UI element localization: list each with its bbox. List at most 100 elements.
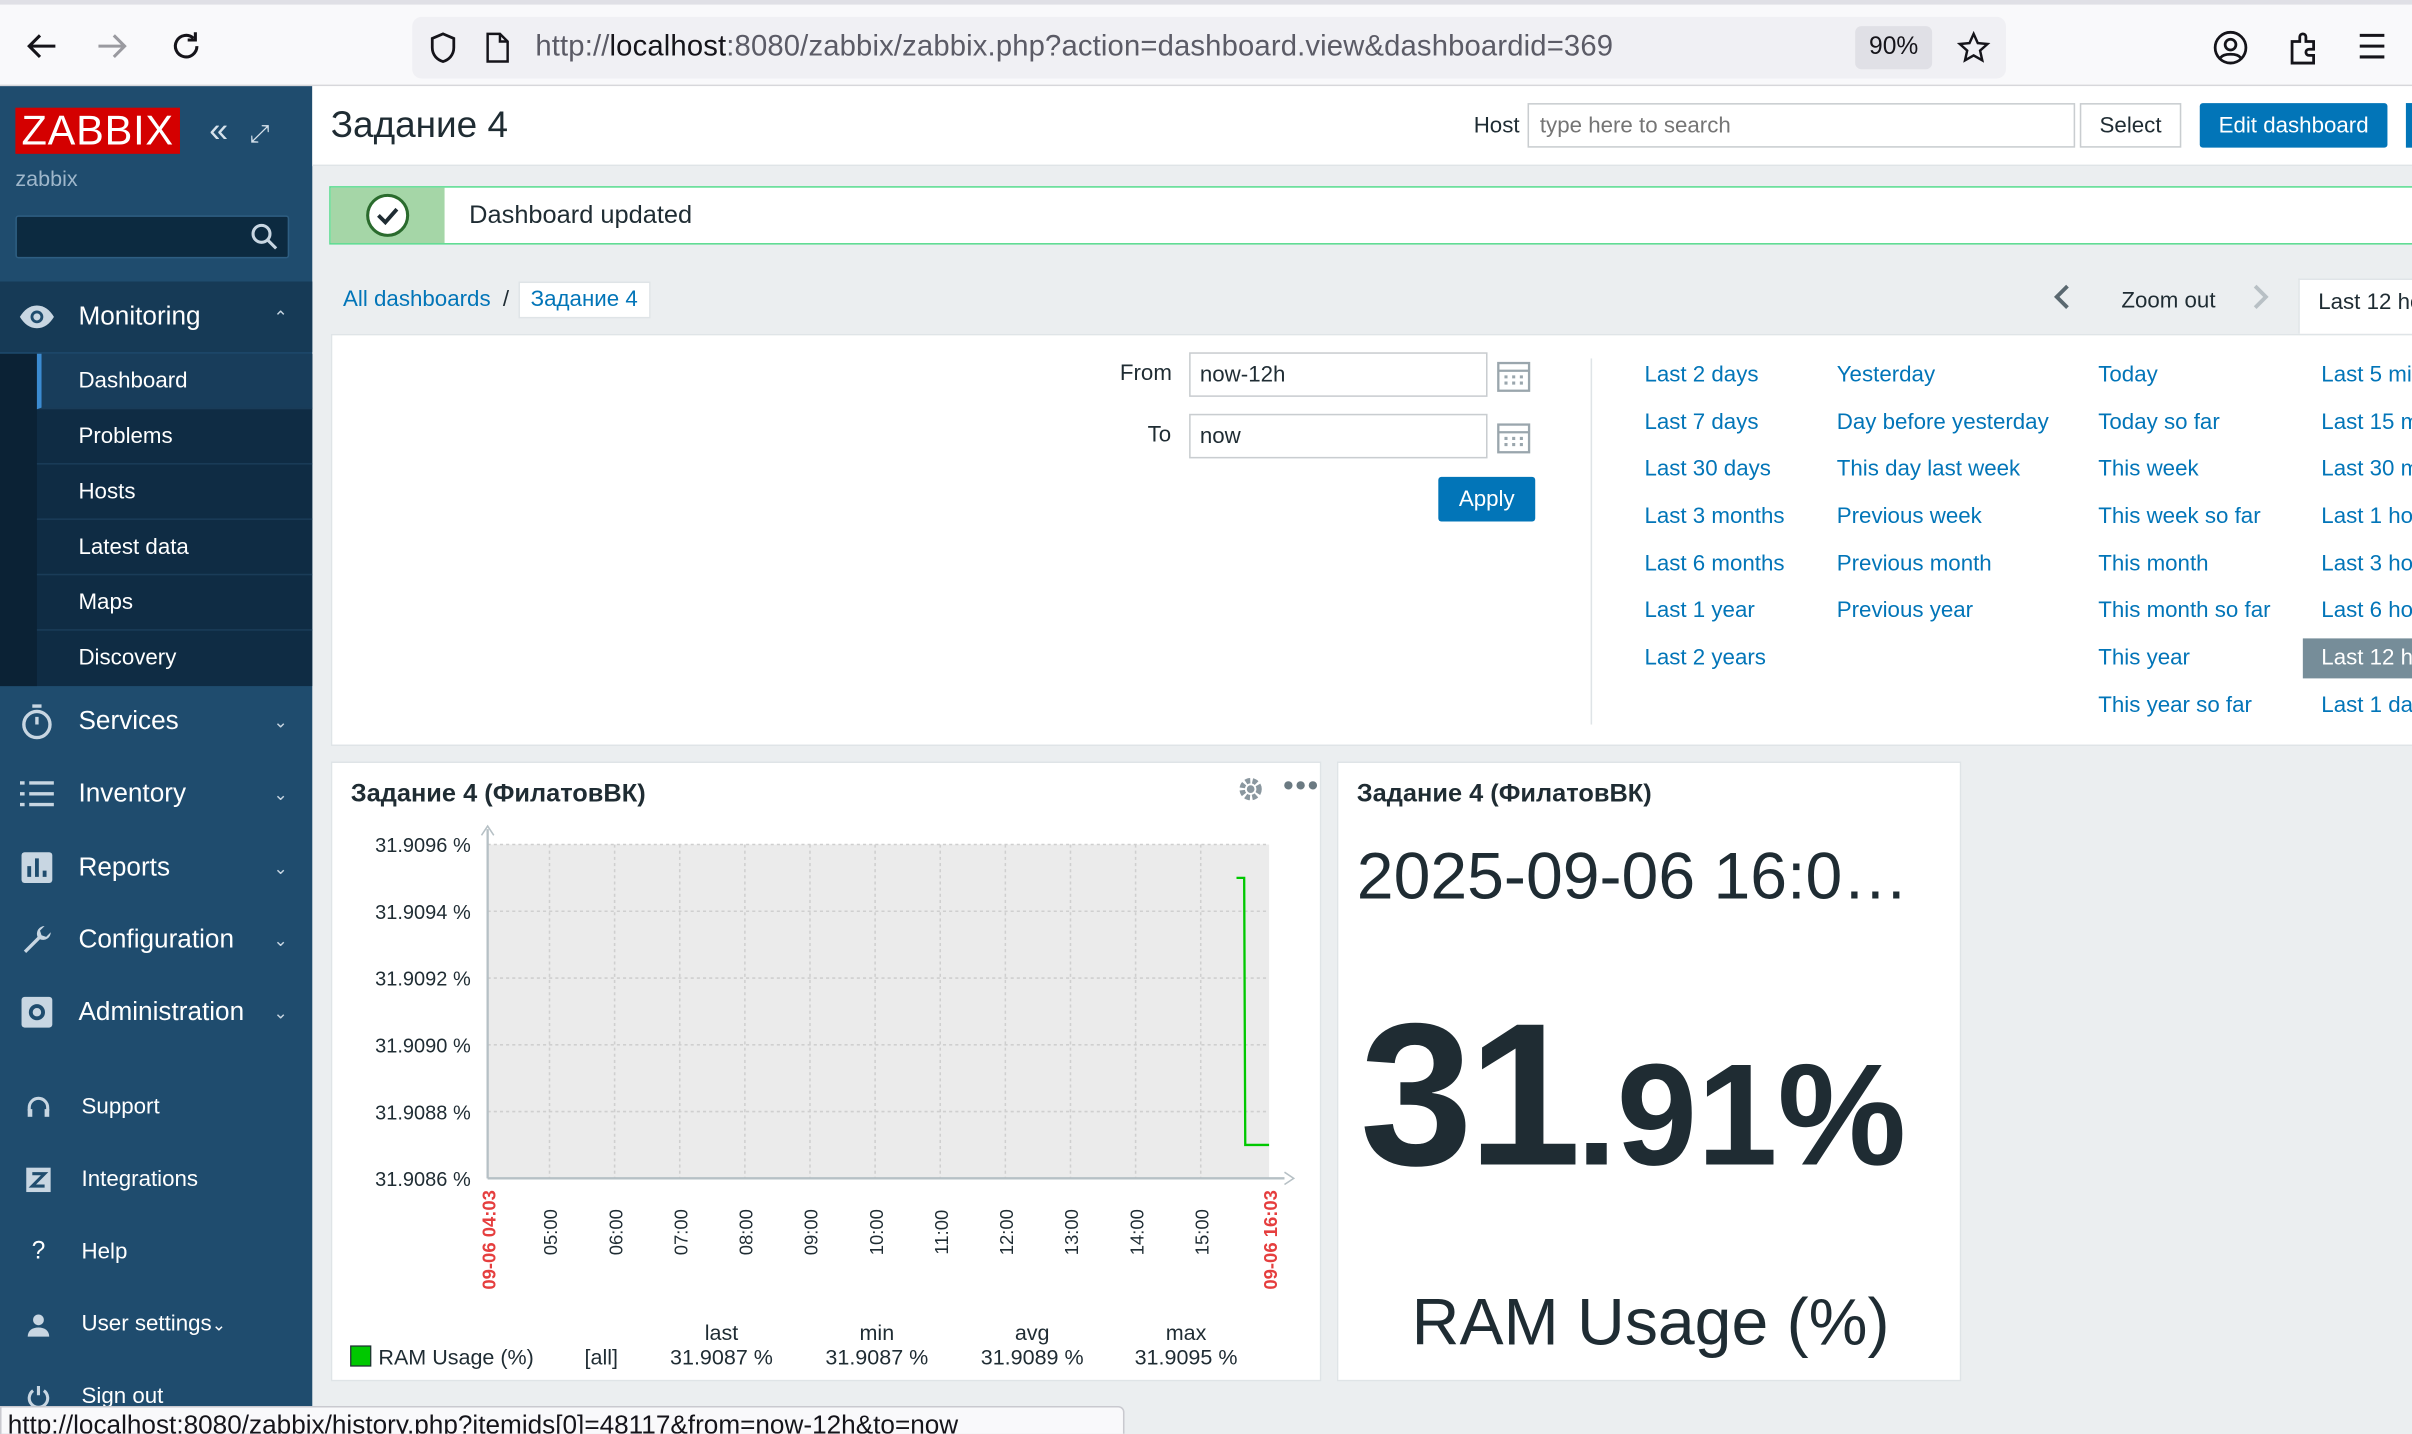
- submenu-indent: [0, 353, 37, 687]
- list-icon: [18, 775, 55, 812]
- chevron-down-icon: ⌄: [273, 931, 288, 950]
- kiosk-mode-icon[interactable]: ⤢: [250, 122, 270, 148]
- quick-range-link[interactable]: Last 2 years: [1644, 646, 1766, 671]
- quick-range-link[interactable]: Last 3 months: [1644, 505, 1784, 530]
- to-input[interactable]: now: [1189, 413, 1488, 459]
- apply-button[interactable]: Apply: [1438, 476, 1536, 522]
- menu-administration[interactable]: Administration ⌄: [0, 977, 312, 1048]
- legend-value: 31.9089 %: [981, 1345, 1084, 1369]
- ram-usage-graph: 31.9096 % 31.9094 % 31.9092 % 31.9090 % 31.9…: [350, 824, 1296, 1369]
- forward-icon[interactable]: [92, 26, 132, 66]
- breadcrumb-separator: /: [502, 287, 510, 313]
- quick-range-link[interactable]: Previous month: [1837, 552, 1992, 577]
- collapse-sidebar-icon[interactable]: «: [209, 111, 228, 149]
- submenu-hosts[interactable]: Hosts: [36, 465, 313, 520]
- page-header: Задание 4 Host Select Edit dashboard: [312, 86, 2412, 167]
- quick-range-link[interactable]: Last 30 minutes: [2321, 457, 2412, 482]
- legend-color-swatch: [350, 1345, 372, 1367]
- quick-range-link[interactable]: This week: [2098, 457, 2198, 482]
- shield-icon[interactable]: [428, 31, 459, 73]
- menu-icon[interactable]: [2357, 32, 2388, 67]
- quick-range-link[interactable]: Last 1 year: [1644, 598, 1754, 623]
- item-label: RAM Usage (%): [1411, 1286, 1890, 1360]
- quick-range-link[interactable]: This day last week: [1837, 457, 2020, 482]
- menu-monitoring-row[interactable]: Monitoring ⌃: [0, 282, 312, 353]
- quick-range-link[interactable]: Previous week: [1837, 505, 1982, 530]
- quick-range-link[interactable]: Last 7 days: [1644, 411, 1758, 436]
- quick-range-link[interactable]: This week so far: [2098, 505, 2260, 530]
- quick-range-link[interactable]: Last 30 days: [1644, 457, 1771, 482]
- submenu-problems[interactable]: Problems: [36, 409, 313, 465]
- submenu-discovery[interactable]: Discovery: [37, 631, 312, 686]
- wrench-icon: [18, 921, 55, 958]
- menu-integrations[interactable]: Integrations: [0, 1149, 312, 1211]
- submenu-dashboard[interactable]: Dashboard: [36, 353, 313, 410]
- select-host-button[interactable]: Select: [2079, 103, 2182, 148]
- quick-range-link[interactable]: Yesterday: [1837, 363, 1935, 388]
- quick-range-link[interactable]: Today: [2098, 363, 2158, 388]
- message-icon-box: [330, 187, 445, 244]
- legend-value: 31.9087 %: [670, 1345, 773, 1369]
- time-filter-panel: From now-12h To now Apply Last 2 days La…: [330, 333, 2412, 747]
- url-text[interactable]: http://localhost:8080/zabbix/zabbix.php?…: [535, 31, 1613, 65]
- quick-range-link[interactable]: Last 6 months: [1644, 552, 1784, 577]
- edit-dashboard-button[interactable]: Edit dashboard: [2199, 103, 2388, 148]
- calendar-icon[interactable]: [1497, 358, 1531, 392]
- message-text: Dashboard updated: [469, 201, 693, 230]
- from-label: From: [1119, 361, 1172, 387]
- menu-help[interactable]: ? Help: [0, 1221, 312, 1283]
- address-bar[interactable]: http://localhost:8080/zabbix/zabbix.php?…: [412, 16, 2006, 79]
- quick-range-link[interactable]: This year so far: [2098, 694, 2252, 719]
- quick-range-link[interactable]: Last 6 hours: [2321, 598, 2412, 623]
- headset-icon: [20, 1095, 57, 1120]
- quick-range-link[interactable]: Today so far: [2098, 411, 2220, 436]
- quick-range-link[interactable]: This month so far: [2098, 598, 2270, 623]
- calendar-icon[interactable]: [1497, 420, 1531, 454]
- search-icon[interactable]: [251, 223, 279, 251]
- quick-range-link[interactable]: This month: [2098, 552, 2208, 577]
- submenu-maps[interactable]: Maps: [36, 575, 313, 631]
- quick-range-link[interactable]: Last 1 day: [2321, 694, 2412, 719]
- admin-gear-icon: [18, 994, 55, 1031]
- legend-value: 31.9095 %: [1135, 1345, 1238, 1369]
- quick-range-link[interactable]: This year: [2098, 646, 2190, 671]
- quick-range-link[interactable]: Day before yesterday: [1837, 411, 2049, 436]
- zoom-out-button[interactable]: Zoom out: [2121, 289, 2215, 314]
- extensions-icon[interactable]: [2286, 29, 2320, 74]
- y-tick-label: 31.9086 %: [375, 1169, 471, 1191]
- submenu-latest-data[interactable]: Latest data: [36, 520, 313, 576]
- menu-support[interactable]: Support: [0, 1077, 312, 1139]
- quick-range-link[interactable]: Last 15 minutes: [2321, 411, 2412, 436]
- sidebar-search-input[interactable]: [15, 215, 290, 259]
- quick-range-link-selected[interactable]: Last 12 hours: [2302, 638, 2412, 679]
- y-tick-label: 31.9092 %: [375, 969, 471, 991]
- zabbix-logo[interactable]: ZABBIX: [15, 107, 181, 154]
- reload-icon[interactable]: [166, 26, 206, 66]
- dashboard-actions-button[interactable]: [2405, 103, 2412, 148]
- time-forward-icon[interactable]: [2252, 283, 2270, 320]
- back-icon[interactable]: [22, 26, 62, 66]
- menu-reports[interactable]: Reports ⌄: [0, 832, 312, 903]
- menu-user-settings[interactable]: User settings ⌄: [0, 1294, 312, 1356]
- monitoring-submenu: Dashboard Problems Hosts Latest data Map…: [0, 353, 313, 687]
- menu-inventory[interactable]: Inventory ⌄: [0, 758, 312, 829]
- quick-range-link[interactable]: Last 2 days: [1644, 363, 1758, 388]
- account-icon[interactable]: [2212, 29, 2249, 74]
- menu-services[interactable]: Services ⌄: [0, 686, 312, 757]
- stopwatch-icon: [18, 703, 55, 740]
- quick-range-link[interactable]: Last 3 hours: [2321, 552, 2412, 577]
- bookmark-star-icon[interactable]: [1956, 30, 1991, 73]
- page-icon[interactable]: [483, 32, 511, 70]
- quick-range-link[interactable]: Previous year: [1837, 598, 1973, 623]
- quick-range-link[interactable]: Last 1 hour: [2321, 505, 2412, 530]
- host-search-input[interactable]: [1527, 103, 2076, 148]
- time-back-icon[interactable]: [2052, 283, 2070, 320]
- time-period-tab[interactable]: Last 12 hours: [2298, 278, 2412, 334]
- breadcrumb-current[interactable]: Задание 4: [518, 281, 651, 319]
- menu-configuration[interactable]: Configuration ⌄: [0, 905, 312, 976]
- from-input[interactable]: now-12h: [1189, 352, 1488, 397]
- quick-range-link[interactable]: Last 5 minutes: [2321, 363, 2412, 388]
- breadcrumb-all-dashboards[interactable]: All dashboards: [331, 288, 503, 313]
- legend-item-name: RAM Usage (%): [378, 1345, 533, 1369]
- zoom-level[interactable]: 90%: [1855, 26, 1933, 70]
